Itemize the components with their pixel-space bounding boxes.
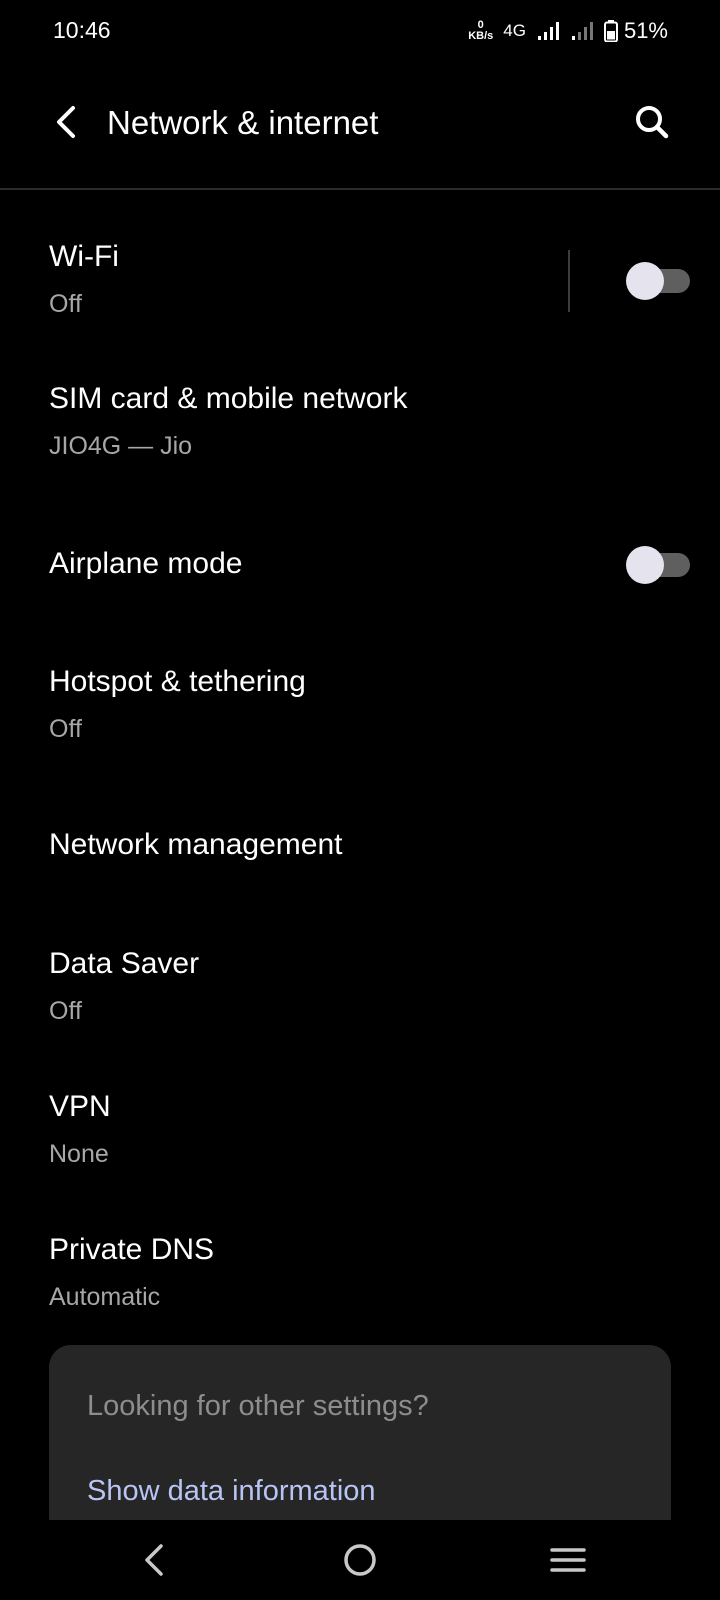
airplane-title: Airplane mode bbox=[49, 547, 243, 580]
setting-private-dns[interactable]: Private DNS Automatic bbox=[0, 1213, 720, 1333]
search-icon bbox=[636, 106, 669, 139]
status-time: 10:46 bbox=[53, 17, 111, 43]
signal-icon bbox=[537, 22, 559, 40]
setting-wifi[interactable]: Wi-Fi Off bbox=[0, 220, 720, 340]
network-type: 4G bbox=[503, 21, 526, 40]
vpn-title: VPN bbox=[49, 1090, 111, 1123]
back-arrow-icon bbox=[57, 106, 75, 138]
nav-home-icon bbox=[344, 1544, 376, 1576]
battery: 51% bbox=[603, 18, 668, 44]
nav-recents-button[interactable] bbox=[540, 1536, 596, 1584]
screen: 10:46 0 KB/s 4G 51% Network & internet W… bbox=[0, 0, 720, 1600]
network-speed-unit: KB/s bbox=[468, 30, 494, 42]
search-button[interactable] bbox=[630, 100, 674, 144]
setting-data-saver[interactable]: Data Saver Off bbox=[0, 927, 720, 1047]
nav-back-button[interactable] bbox=[126, 1536, 182, 1584]
data-saver-status: Off bbox=[49, 997, 82, 1025]
battery-percent: 51% bbox=[623, 18, 668, 43]
sim-status: JIO4G — Jio bbox=[49, 432, 193, 460]
network-speed: 0 KB/s bbox=[468, 20, 493, 42]
navigation-bar bbox=[0, 1520, 720, 1600]
signal-weak-icon bbox=[571, 22, 593, 40]
app-bar-divider bbox=[0, 188, 720, 190]
wifi-title: Wi-Fi bbox=[49, 240, 119, 273]
setting-airplane-mode[interactable]: Airplane mode bbox=[0, 510, 720, 620]
setting-network-management[interactable]: Network management bbox=[0, 790, 720, 900]
airplane-toggle-thumb bbox=[626, 546, 664, 584]
wifi-toggle-thumb bbox=[626, 262, 664, 300]
app-bar: Network & internet bbox=[0, 70, 720, 186]
wifi-toggle[interactable] bbox=[626, 262, 690, 300]
data-saver-title: Data Saver bbox=[49, 947, 200, 980]
show-data-information-link[interactable]: Show data information bbox=[87, 1475, 376, 1508]
private-dns-status: Automatic bbox=[49, 1283, 161, 1311]
status-icons: 0 KB/s 4G 51% bbox=[468, 14, 668, 48]
setting-vpn[interactable]: VPN None bbox=[0, 1070, 720, 1190]
wifi-divider bbox=[568, 250, 570, 312]
nav-home-button[interactable] bbox=[332, 1536, 388, 1584]
network-management-title: Network management bbox=[49, 828, 343, 861]
nav-recents-icon bbox=[550, 1548, 586, 1572]
status-bar: 10:46 0 KB/s 4G 51% bbox=[0, 0, 720, 62]
other-settings-title: Looking for other settings? bbox=[87, 1390, 429, 1422]
hotspot-title: Hotspot & tethering bbox=[49, 665, 306, 698]
hotspot-status: Off bbox=[49, 715, 82, 743]
page-title: Network & internet bbox=[107, 104, 379, 141]
vpn-status: None bbox=[49, 1140, 109, 1168]
other-settings-card: Looking for other settings? Show data in… bbox=[49, 1345, 671, 1520]
sim-title: SIM card & mobile network bbox=[49, 382, 408, 415]
airplane-toggle[interactable] bbox=[626, 546, 690, 584]
back-button[interactable] bbox=[46, 102, 86, 142]
battery-icon bbox=[603, 20, 618, 42]
setting-hotspot[interactable]: Hotspot & tethering Off bbox=[0, 645, 720, 765]
private-dns-title: Private DNS bbox=[49, 1233, 215, 1266]
setting-sim-card[interactable]: SIM card & mobile network JIO4G — Jio bbox=[0, 362, 720, 482]
nav-back-icon bbox=[145, 1544, 163, 1576]
wifi-status: Off bbox=[49, 290, 82, 318]
